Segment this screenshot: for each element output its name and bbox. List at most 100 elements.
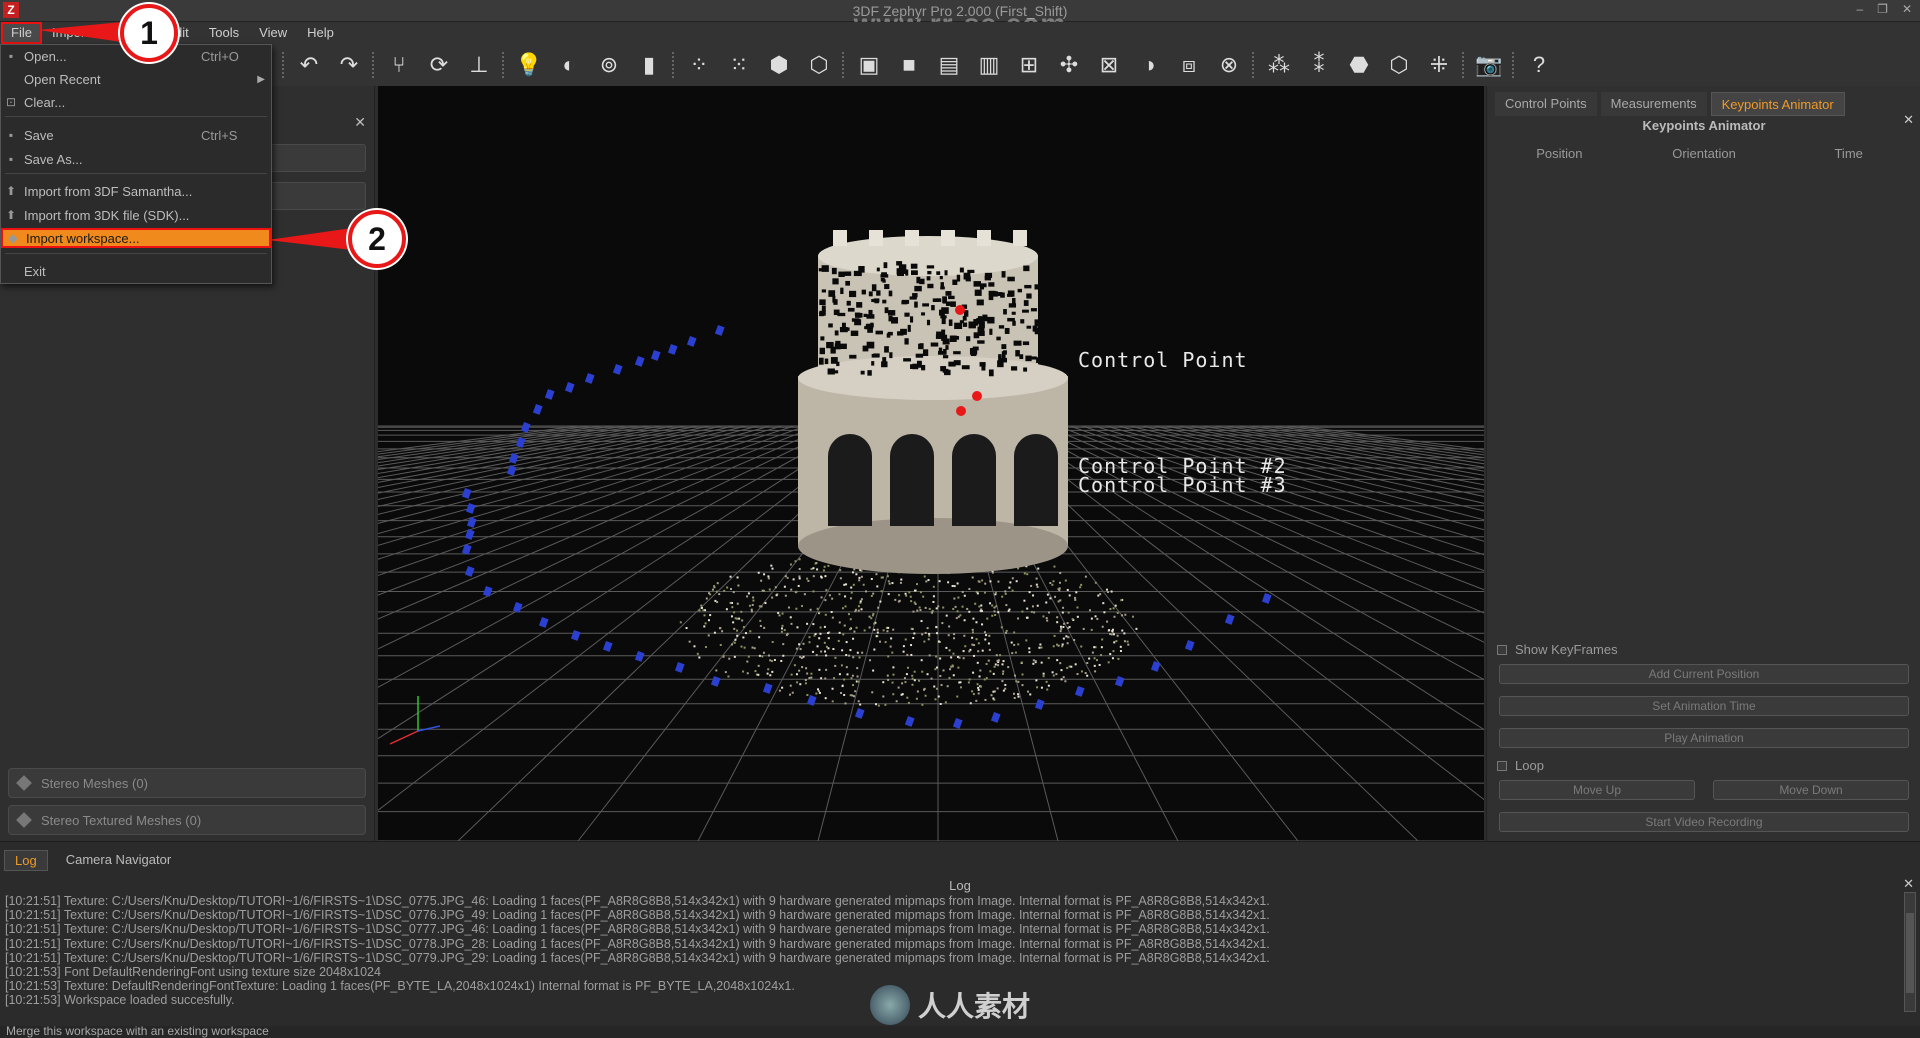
play-animation-button[interactable]: Play Animation (1499, 728, 1909, 748)
tab-keypoints-animator[interactable]: Keypoints Animator (1710, 92, 1845, 116)
3d-viewport[interactable]: Control Point Control Point #2 Control P… (378, 86, 1484, 841)
log-scrollbar[interactable] (1904, 892, 1916, 1012)
select-lasso-icon[interactable]: ✣ (1052, 48, 1086, 82)
ground-point (1094, 581, 1097, 584)
tab-log[interactable]: Log (4, 850, 48, 871)
ground-point (1036, 585, 1039, 588)
checkbox-box[interactable] (1497, 644, 1507, 655)
tower-gap (998, 325, 1005, 329)
blend-icon[interactable]: ◐ (552, 48, 586, 82)
mesh-filter-icon[interactable]: ⬣ (1342, 48, 1376, 82)
orbit-icon[interactable]: ⟳ (422, 48, 456, 82)
help-icon[interactable]: ? (1522, 48, 1556, 82)
axis-icon[interactable]: ⊥ (462, 48, 496, 82)
ground-point (988, 634, 991, 637)
checkbox-box[interactable] (1497, 760, 1507, 771)
maximize-button[interactable]: ❐ (1877, 2, 1888, 16)
ground-point (1111, 657, 1114, 660)
ground-point (913, 679, 916, 682)
add-current-position-button[interactable]: Add Current Position (1499, 664, 1909, 684)
points-green-icon[interactable]: ⁑ (1302, 48, 1336, 82)
select-add-icon[interactable]: ▤ (932, 48, 966, 82)
ground-point (767, 577, 770, 580)
select-region-icon[interactable]: ⊠ (1092, 48, 1126, 82)
ground-point (841, 649, 844, 652)
ground-point (869, 659, 872, 662)
camera-marker (584, 373, 595, 384)
move-up-button[interactable]: Move Up (1499, 780, 1695, 800)
tower-gap (910, 263, 918, 269)
crop-icon[interactable]: ⧈ (1172, 48, 1206, 82)
camera-marker (1184, 640, 1195, 651)
ground-point (1059, 630, 1062, 633)
tower-gap (948, 361, 956, 367)
ground-point (812, 575, 815, 578)
points-filter-icon[interactable]: ⁜ (1422, 48, 1456, 82)
mesh-wire-icon[interactable]: ⬡ (1382, 48, 1416, 82)
ground-point (758, 636, 761, 639)
ground-point (1040, 661, 1043, 664)
close-window-button[interactable]: ✕ (1902, 2, 1912, 16)
ground-point (824, 697, 827, 700)
stereo-meshes-row[interactable]: Stereo Meshes (0) (8, 768, 366, 798)
status-bar: Merge this workspace with an existing wo… (0, 1024, 1920, 1038)
tab-measurements[interactable]: Measurements (1600, 92, 1707, 116)
invert-selection-icon[interactable]: ◑ (1132, 48, 1166, 82)
rgb-circles-icon[interactable]: ⊚ (592, 48, 626, 82)
ground-point (1109, 608, 1112, 611)
move-down-button[interactable]: Move Down (1713, 780, 1909, 800)
select-remove-icon[interactable]: ▥ (972, 48, 1006, 82)
ground-point (1088, 609, 1091, 612)
log-line: [10:21:51] Texture: C:/Users/Knu/Desktop… (5, 936, 1270, 951)
delete-selection-icon[interactable]: ⊗ (1212, 48, 1246, 82)
select-points-icon[interactable]: ⊞ (1012, 48, 1046, 82)
close-icon[interactable]: ✕ (1903, 876, 1914, 892)
control-point-label-3: Control Point #3 (1078, 473, 1287, 497)
show-keyframes-checkbox[interactable]: Show KeyFrames (1497, 642, 1618, 657)
camera-marker (634, 650, 645, 662)
loop-checkbox[interactable]: Loop (1497, 758, 1544, 773)
toolbar-separator (1462, 52, 1466, 78)
ground-point (815, 561, 818, 564)
scrollbar-thumb[interactable] (1906, 913, 1914, 993)
ground-point (783, 629, 786, 632)
stereo-textured-meshes-row[interactable]: Stereo Textured Meshes (0) (8, 805, 366, 835)
ground-point (1095, 659, 1098, 662)
start-video-recording-button[interactable]: Start Video Recording (1499, 812, 1909, 832)
set-animation-time-button[interactable]: Set Animation Time (1499, 696, 1909, 716)
light-bulb-icon[interactable]: 💡 (512, 48, 546, 82)
ground-point (911, 674, 914, 677)
ground-point (904, 592, 907, 595)
tab-control-points[interactable]: Control Points (1495, 92, 1597, 116)
ground-point (924, 694, 927, 697)
ground-point (718, 593, 721, 596)
ground-point (758, 654, 761, 657)
tower-gap (819, 347, 825, 355)
ground-point (1112, 633, 1115, 636)
callout-2-pointer (268, 228, 352, 250)
mesh-icon[interactable]: ⬢ (762, 48, 796, 82)
ground-point (1106, 620, 1109, 623)
camera-icon[interactable]: 📷 (1472, 48, 1506, 82)
dense-cloud-icon[interactable]: ⁙ (722, 48, 756, 82)
points-red-icon[interactable]: ⁂ (1262, 48, 1296, 82)
histogram-icon[interactable]: ▮ (632, 48, 666, 82)
viewport-scene (378, 230, 1484, 841)
ground-point (741, 619, 744, 622)
ground-point (903, 677, 906, 680)
minimize-button[interactable]: – (1856, 2, 1863, 16)
ground-point (985, 634, 988, 637)
ground-point (975, 638, 978, 641)
camera-marker (564, 382, 575, 393)
select-square-icon[interactable]: ■ (892, 48, 926, 82)
ground-point (971, 643, 974, 646)
tab-camera-navigator[interactable]: Camera Navigator (56, 850, 182, 871)
ground-point (824, 650, 827, 653)
sparse-cloud-icon[interactable]: ⁘ (682, 48, 716, 82)
ground-point (993, 665, 996, 668)
ground-point (831, 700, 834, 703)
tower-gap (828, 290, 836, 297)
column-orientation: Orientation (1672, 146, 1736, 161)
textured-mesh-icon[interactable]: ⬡ (802, 48, 836, 82)
select-rect-icon[interactable]: ▣ (852, 48, 886, 82)
